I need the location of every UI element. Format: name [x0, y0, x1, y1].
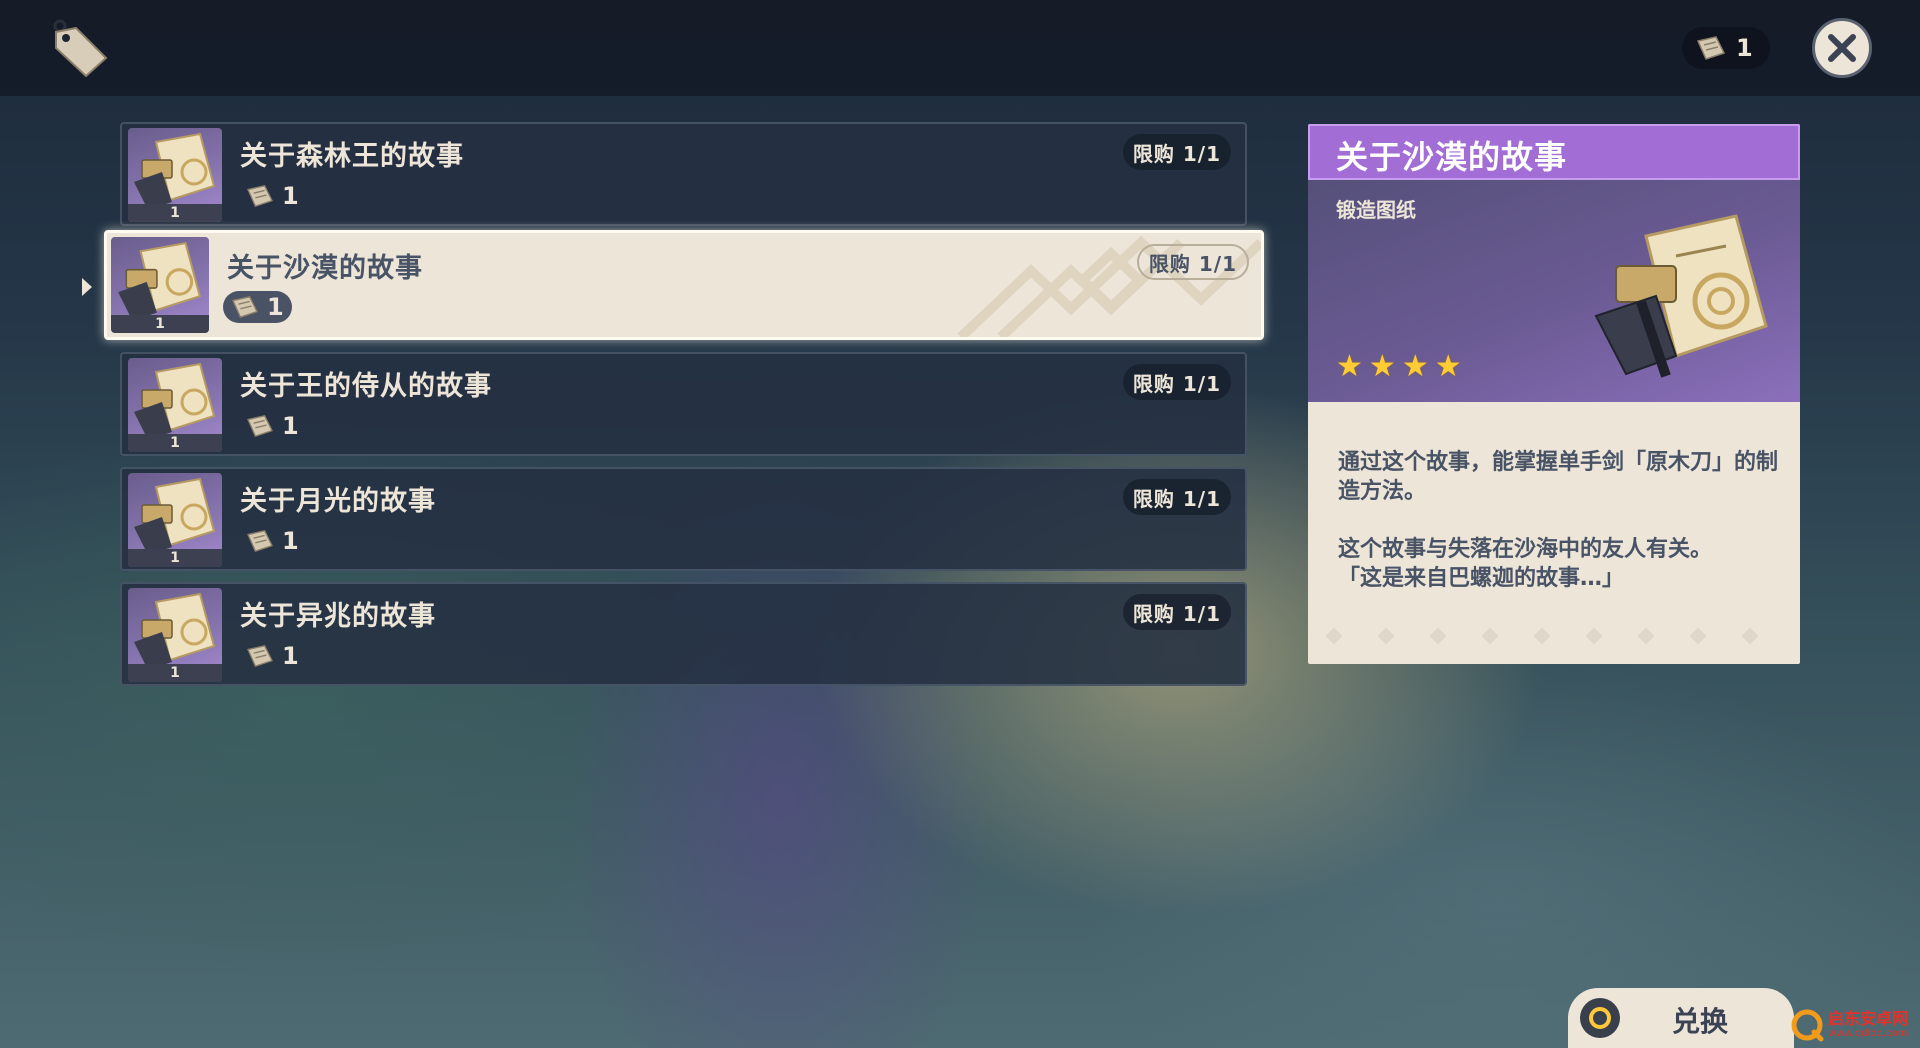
item-cost: 1: [238, 410, 307, 442]
description-paragraph: 这个故事与失落在沙海中的友人有关。 「这是来自巴螺迦的故事…」: [1338, 537, 1713, 591]
thumb-count: 1: [111, 315, 209, 333]
cost-value: 1: [282, 182, 299, 210]
item-cost: 1: [238, 640, 307, 672]
star-icon: ★: [1434, 349, 1462, 384]
detail-item-type: 锻造图纸: [1336, 198, 1416, 222]
shop-item-row[interactable]: 1 关于异兆的故事 1 限购 1/1: [120, 582, 1247, 686]
star-icon: ★: [1401, 349, 1429, 384]
item-detail-panel: 关于沙漠的故事 锻造图纸 ★ ★ ★ ★ 通过这个故事，能掌握单手剑「原木刀」的…: [1308, 124, 1800, 664]
item-name: 关于月光的故事: [240, 486, 436, 517]
thumb-count: 1: [128, 204, 222, 222]
item-thumbnail: 1: [128, 473, 222, 567]
shop-item-row[interactable]: 1 关于森林王的故事 1 限购 1/1: [120, 122, 1247, 226]
exchange-button[interactable]: 兑换: [1568, 988, 1794, 1048]
blueprint-currency-icon: [247, 415, 273, 438]
item-thumbnail: 1: [128, 588, 222, 682]
cost-value: 1: [282, 412, 299, 440]
close-button[interactable]: [1812, 18, 1872, 78]
purchase-limit-badge: 限购 1/1: [1122, 479, 1231, 515]
rarity-stars: ★ ★ ★ ★: [1336, 352, 1462, 382]
blueprint-currency-icon: [247, 185, 273, 208]
thumb-count: 1: [128, 549, 222, 567]
decorative-pattern: [1325, 627, 1759, 645]
purchase-limit-badge: 限购 1/1: [1122, 134, 1231, 170]
item-name: 关于森林王的故事: [240, 141, 464, 172]
purchase-limit-badge: 限购 1/1: [1136, 244, 1249, 280]
thumb-count: 1: [128, 434, 222, 452]
detail-hero: 锻造图纸 ★ ★ ★ ★: [1308, 180, 1800, 402]
item-thumbnail: 1: [128, 358, 222, 452]
description-paragraph: 通过这个故事，能掌握单手剑「原木刀」的制造方法。: [1338, 450, 1779, 504]
cost-value: 1: [282, 642, 299, 670]
shop-item-row[interactable]: 1 关于沙漠的故事 1 限购 1/1: [104, 230, 1264, 340]
exchange-label: 兑换: [1672, 1005, 1729, 1038]
star-icon: ★: [1368, 349, 1396, 384]
shop-item-row[interactable]: 1 关于王的侍从的故事 1 限购 1/1: [120, 352, 1247, 456]
item-cost: 1: [238, 180, 307, 212]
item-thumbnail: 1: [128, 128, 222, 222]
purchase-limit-badge: 限购 1/1: [1122, 594, 1231, 630]
blueprint-art-icon: [1586, 206, 1772, 386]
blueprint-currency-icon: [232, 296, 258, 319]
cost-value: 1: [282, 527, 299, 555]
currency-count: 1: [1736, 34, 1753, 62]
close-icon: [1828, 34, 1856, 62]
blueprint-currency-icon: [1696, 36, 1726, 60]
shop-item-row[interactable]: 1 关于月光的故事 1 限购 1/1: [120, 467, 1247, 571]
blueprint-currency-icon: [247, 645, 273, 668]
star-icon: ★: [1336, 349, 1363, 384]
thumb-count: 1: [128, 664, 222, 682]
item-name: 关于异兆的故事: [240, 601, 436, 632]
item-cost: 1: [223, 291, 292, 323]
item-cost: 1: [238, 525, 307, 557]
watermark-logo-icon: [1791, 1009, 1824, 1042]
confirm-ring-icon: [1580, 998, 1620, 1038]
item-thumbnail: 1: [111, 237, 209, 333]
item-name: 关于王的侍从的故事: [240, 371, 492, 402]
detail-description: 通过这个故事，能掌握单手剑「原木刀」的制造方法。 这个故事与失落在沙海中的友人有…: [1338, 448, 1778, 622]
selection-arrow-icon: [82, 278, 92, 296]
detail-header: 关于沙漠的故事: [1308, 124, 1800, 180]
site-watermark: 启东安卓网 www.qdldq.com: [1790, 1002, 1920, 1048]
top-bar: 1: [0, 0, 1920, 96]
currency-counter: 1: [1682, 27, 1770, 69]
blueprint-currency-icon: [247, 530, 273, 553]
watermark-name: 启东安卓网: [1828, 1009, 1909, 1028]
item-name: 关于沙漠的故事: [227, 253, 423, 284]
watermark-url: www.qdldq.com: [1828, 1028, 1908, 1039]
purchase-limit-badge: 限购 1/1: [1122, 364, 1231, 400]
detail-title: 关于沙漠的故事: [1336, 138, 1568, 176]
shop-tag-icon: [46, 18, 110, 78]
cost-value: 1: [267, 293, 284, 321]
